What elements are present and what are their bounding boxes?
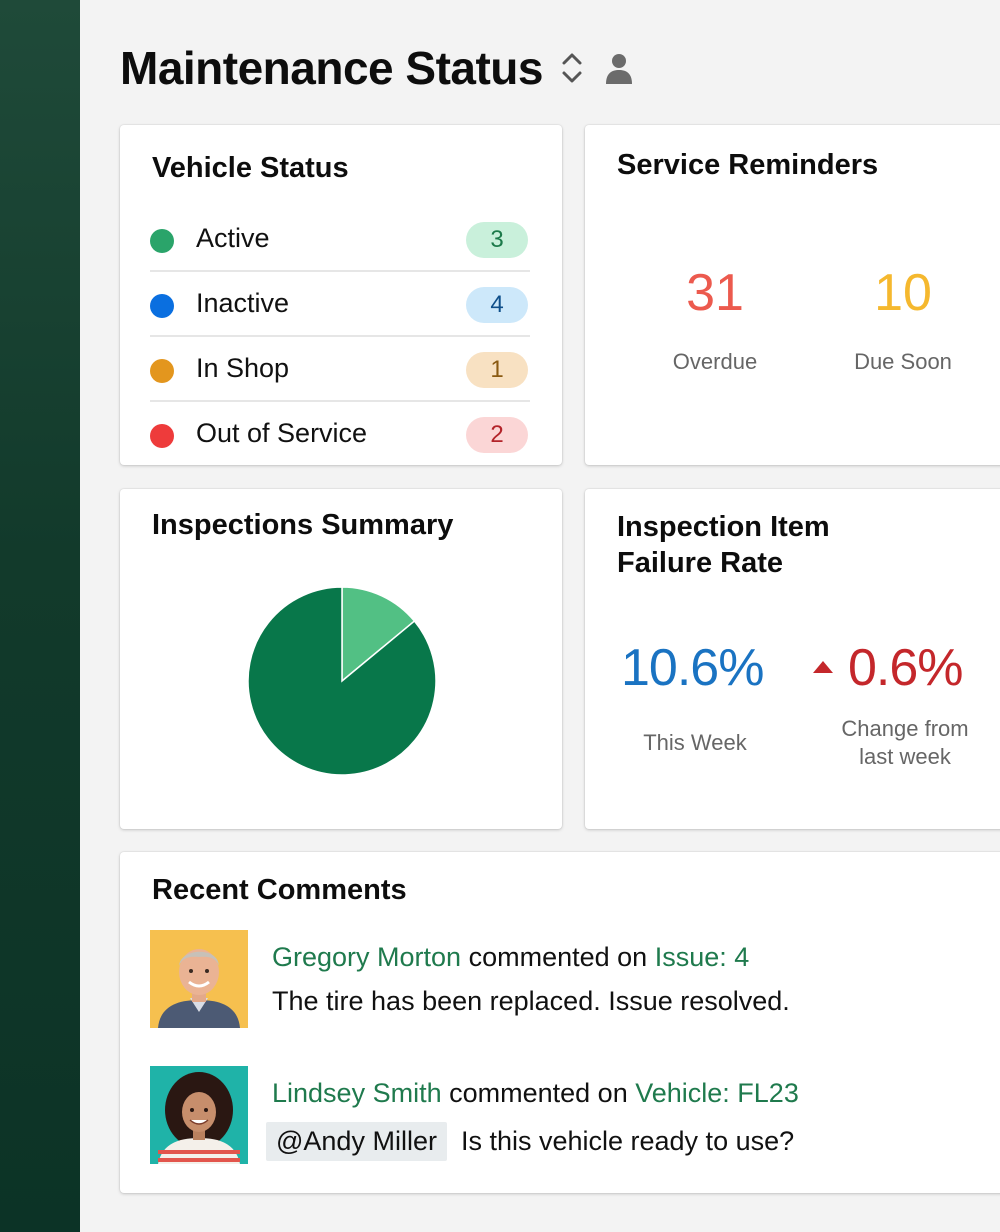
due-soon-metric[interactable]: 10 Due Soon [835,267,971,375]
status-dot [150,229,174,253]
change-label: Change from last week [825,715,985,771]
comment-header: Gregory Morton commented on Issue: 4 [272,942,749,973]
status-label: Active [196,223,270,253]
status-count-badge: 1 [466,352,528,388]
status-label: Out of Service [196,418,368,448]
service-reminders-card: Service Reminders 31 Overdue 10 Due Soon [585,125,1000,465]
overdue-count: 31 [686,264,744,322]
status-count-badge: 4 [466,287,528,323]
status-label: Inactive [196,288,290,318]
inspections-summary-title: Inspections Summary [152,509,454,541]
change-label-line2: last week [859,744,951,769]
comment-target-link[interactable]: Issue: 4 [655,942,750,972]
user-icon[interactable] [605,51,633,85]
comment-header: Lindsey Smith commented on Vehicle: FL23 [272,1078,799,1109]
recent-comments-card: Recent Comments Gregory Morton commented… [120,852,1000,1193]
vehicle-status-title: Vehicle Status [152,152,349,184]
comment-action: commented on [449,1078,628,1108]
failure-rate-title: Inspection Item Failure Rate [617,509,830,582]
this-week-rate: 10.6% [621,639,764,697]
due-soon-label: Due Soon [854,349,952,374]
page-header: Maintenance Status [120,38,633,98]
comment-action: commented on [468,942,648,972]
inspections-summary-card: Inspections Summary [120,489,562,829]
status-count-badge: 3 [466,222,528,258]
status-row-out-of-service[interactable]: Out of Service 2 [150,402,530,467]
vehicle-status-list: Active 3 Inactive 4 In Shop 1 Out of Ser… [150,207,530,467]
status-row-active[interactable]: Active 3 [150,207,530,272]
change-rate: 0.6% [848,639,964,697]
due-soon-count: 10 [874,264,932,322]
failure-rate-title-line1: Inspection Item [617,511,830,543]
sidebar [0,0,80,1232]
comment-target-link[interactable]: Vehicle: FL23 [635,1078,799,1108]
overdue-label: Overdue [672,349,758,374]
service-reminders-title: Service Reminders [617,149,879,181]
failure-rate-card: Inspection Item Failure Rate 10.6% 0.6% … [585,489,1000,829]
status-label: In Shop [196,353,290,383]
status-row-inactive[interactable]: Inactive 4 [150,272,530,337]
sort-toggle-icon[interactable] [561,50,583,86]
comment-author-link[interactable]: Lindsey Smith [272,1078,442,1108]
status-row-in-shop[interactable]: In Shop 1 [150,337,530,402]
comment-author-link[interactable]: Gregory Morton [272,942,461,972]
comment-item: Lindsey Smith commented on Vehicle: FL23… [150,1066,950,1166]
recent-comments-title: Recent Comments [152,874,407,906]
comment-text: The tire has been replaced. Issue resolv… [272,986,790,1016]
change-label-line1: Change from [841,716,969,741]
avatar [150,1066,248,1164]
comment-text: Is this vehicle ready to use? [460,1126,795,1156]
inspections-pie-chart[interactable] [247,586,437,776]
status-dot [150,294,174,318]
status-dot [150,359,174,383]
comment-item: Gregory Morton commented on Issue: 4 The… [150,930,950,1030]
page-title: Maintenance Status [120,42,544,94]
status-count-badge: 2 [466,417,528,453]
status-dot [150,424,174,448]
this-week-label: This Week [643,730,747,755]
comment-text-row: @Andy Miller Is this vehicle ready to use… [266,1122,795,1161]
avatar [150,930,248,1028]
triangle-up-icon [812,659,834,675]
vehicle-status-card: Vehicle Status Active 3 Inactive 4 In Sh… [120,125,562,465]
overdue-metric[interactable]: 31 Overdue [647,267,783,375]
mention-chip[interactable]: @Andy Miller [266,1122,447,1161]
failure-rate-title-line2: Failure Rate [617,547,783,580]
